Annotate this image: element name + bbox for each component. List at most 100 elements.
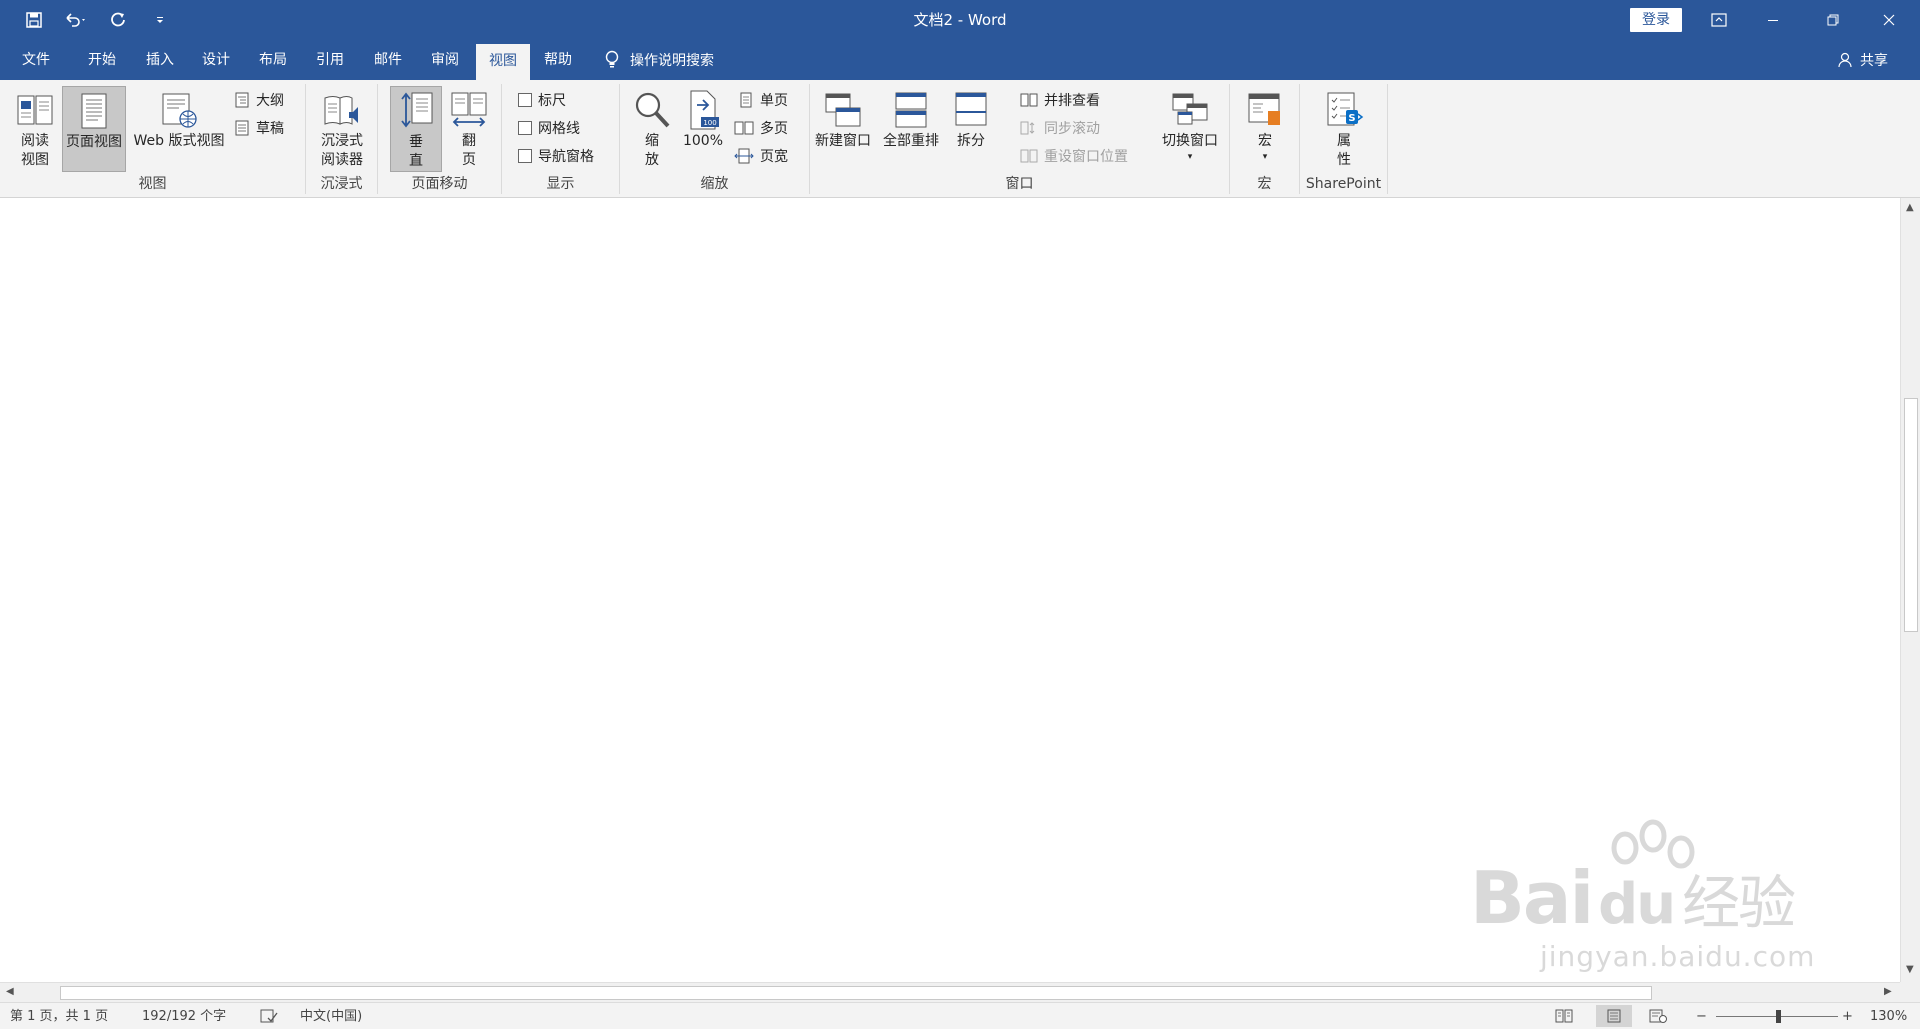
tab-layout[interactable]: 布局 <box>245 40 301 80</box>
tell-me-search[interactable]: 操作说明搜索 <box>604 40 714 80</box>
scroll-right-icon[interactable]: ▶ <box>1884 986 1892 997</box>
language-indicator[interactable]: 中文(中国) <box>300 1003 362 1029</box>
group-views-label: 视图 <box>138 176 167 192</box>
arrange-all-button[interactable]: 全部重排 <box>878 86 944 151</box>
horizontal-scrollbar[interactable]: ◀ ▶ <box>0 982 1900 1002</box>
macros-icon <box>1248 93 1280 125</box>
page-width-button[interactable]: 页宽 <box>734 144 788 168</box>
horizontal-scroll-thumb[interactable] <box>60 986 1652 1000</box>
zoom-100-button[interactable]: 100 100% <box>678 86 728 151</box>
immersive-reader-button[interactable]: 沉浸式 阅读器 <box>310 86 374 170</box>
web-layout-button[interactable]: Web 版式视图 <box>128 86 230 151</box>
scroll-up-icon[interactable]: ▲ <box>1906 202 1914 213</box>
one-page-button[interactable]: 单页 <box>738 88 788 112</box>
side-to-side-icon <box>451 92 487 127</box>
web-layout-icon <box>162 93 197 128</box>
svg-text:100: 100 <box>703 119 716 127</box>
web-layout-label: Web 版式视图 <box>133 133 225 149</box>
ruler-checkbox[interactable]: 标尺 <box>518 88 566 112</box>
print-layout-button[interactable]: 页面视图 <box>62 86 126 172</box>
vertical-label: 垂 直 <box>409 134 423 169</box>
read-mode-label: 阅读 视图 <box>21 133 49 168</box>
multiple-pages-button[interactable]: 多页 <box>734 116 788 140</box>
macros-button[interactable]: 宏 ▾ <box>1240 86 1290 163</box>
ribbon: 阅读 视图 页面视图 Web 版式视图 大纲 草稿 视图 沉浸式 阅读器 沉浸式 <box>0 80 1920 273</box>
zoom-level[interactable]: 130% <box>1870 1003 1907 1029</box>
zoom-slider-thumb[interactable] <box>1776 1010 1781 1023</box>
scroll-corner <box>1900 982 1920 1002</box>
zoom-out-button[interactable]: − <box>1696 1003 1707 1029</box>
reset-window-position-button[interactable]: 重设窗口位置 <box>1020 144 1128 168</box>
group-show: 标尺 网格线 导航窗格 显示 <box>502 84 620 194</box>
scroll-left-icon[interactable]: ◀ <box>6 986 14 997</box>
restore-icon <box>1827 14 1839 26</box>
read-mode-button[interactable]: 阅读 视图 <box>12 86 58 170</box>
ribbon-display-options-button[interactable] <box>1696 0 1742 40</box>
group-zoom-label: 缩放 <box>700 176 729 192</box>
switch-windows-button[interactable]: 切换窗口 ▾ <box>1154 86 1226 163</box>
outline-button[interactable]: 大纲 <box>234 88 284 112</box>
status-read-mode-button[interactable] <box>1546 1005 1582 1027</box>
tab-design[interactable]: 设计 <box>188 40 244 80</box>
vertical-scroll-icon <box>401 92 433 128</box>
tab-review[interactable]: 审阅 <box>417 40 473 80</box>
tab-mailings[interactable]: 邮件 <box>360 40 416 80</box>
status-print-layout-button[interactable] <box>1596 1005 1632 1027</box>
arrange-all-icon <box>895 92 927 128</box>
immersive-reader-icon <box>324 96 358 125</box>
view-side-by-side-label: 并排查看 <box>1044 93 1100 109</box>
draft-button[interactable]: 草稿 <box>234 116 284 140</box>
properties-button[interactable]: S 属 性 <box>1318 86 1370 170</box>
side-to-side-label: 翻 页 <box>462 133 476 168</box>
zoom-button[interactable]: 缩 放 <box>630 86 674 170</box>
navigation-pane-check[interactable] <box>518 149 532 163</box>
group-macros-label: 宏 <box>1257 176 1272 192</box>
gridlines-check[interactable] <box>518 121 532 135</box>
tab-help[interactable]: 帮助 <box>530 40 586 80</box>
vertical-button[interactable]: 垂 直 <box>390 86 442 172</box>
switch-windows-icon <box>1172 93 1208 125</box>
outline-icon <box>235 92 249 108</box>
reset-window-position-label: 重设窗口位置 <box>1044 149 1128 165</box>
status-web-layout-button[interactable] <box>1640 1005 1676 1027</box>
minimize-button[interactable] <box>1750 0 1796 40</box>
navigation-pane-label: 导航窗格 <box>538 149 594 165</box>
tab-references[interactable]: 引用 <box>302 40 358 80</box>
ribbon-tabs: 文件 开始 插入 设计 布局 引用 邮件 审阅 视图 帮助 操作说明搜索 共享 <box>0 40 1920 80</box>
login-button[interactable]: 登录 <box>1630 8 1682 32</box>
vertical-scrollbar[interactable]: ▲ ▼ <box>1900 198 1920 982</box>
macros-dropdown-icon: ▾ <box>1262 152 1268 162</box>
properties-icon: S <box>1327 92 1364 126</box>
page-count[interactable]: 第 1 页，共 1 页 <box>10 1003 108 1029</box>
gridlines-checkbox[interactable]: 网格线 <box>518 116 580 140</box>
new-window-label: 新建窗口 <box>815 133 871 149</box>
vertical-scroll-thumb[interactable] <box>1904 398 1918 632</box>
proofing-icon[interactable] <box>260 1008 278 1029</box>
ruler-check[interactable] <box>518 93 532 107</box>
side-to-side-button[interactable]: 翻 页 <box>444 86 494 170</box>
tab-insert[interactable]: 插入 <box>132 40 188 80</box>
new-window-icon <box>825 93 861 127</box>
switch-windows-dropdown-icon: ▾ <box>1187 152 1193 162</box>
zoom-in-button[interactable]: + <box>1842 1003 1853 1029</box>
share-button[interactable]: 共享 <box>1838 40 1888 80</box>
restore-button[interactable] <box>1810 0 1856 40</box>
lightbulb-icon <box>605 50 619 68</box>
synchronous-scrolling-button[interactable]: 同步滚动 <box>1020 116 1100 140</box>
close-button[interactable] <box>1866 0 1912 40</box>
tab-view[interactable]: 视图 <box>476 44 530 80</box>
scroll-down-icon[interactable]: ▼ <box>1906 964 1914 975</box>
share-label: 共享 <box>1860 53 1888 69</box>
view-side-by-side-button[interactable]: 并排查看 <box>1020 88 1100 112</box>
new-window-button[interactable]: 新建窗口 <box>810 86 876 151</box>
group-macros: 宏 ▾ 宏 <box>1230 84 1300 194</box>
web-layout-small-icon <box>1649 1009 1667 1023</box>
ruler-label: 标尺 <box>538 93 566 109</box>
tab-file[interactable]: 文件 <box>6 40 66 80</box>
word-count[interactable]: 192/192 个字 <box>142 1003 226 1029</box>
navigation-pane-checkbox[interactable]: 导航窗格 <box>518 144 594 168</box>
tab-home[interactable]: 开始 <box>74 40 130 80</box>
split-button[interactable]: 拆分 <box>946 86 996 151</box>
draft-label: 草稿 <box>256 121 284 137</box>
person-icon <box>1838 52 1852 68</box>
